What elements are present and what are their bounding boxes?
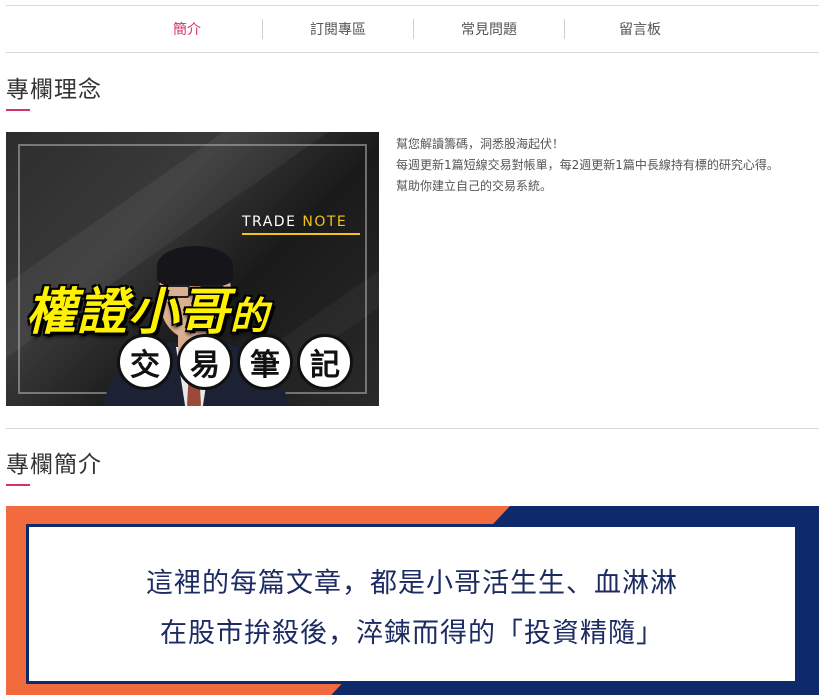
- banner-panel: 這裡的每篇文章，都是小哥活生生、血淋淋 在股市拚殺後，淬鍊而得的「投資精隨」: [26, 524, 798, 684]
- logo-note-text: NOTE: [302, 214, 348, 230]
- headline-main: 權證小哥: [26, 283, 230, 341]
- section-title-philosophy: 專欄理念: [6, 77, 102, 103]
- logo-underline: [242, 233, 360, 235]
- tab-message-board[interactable]: 留言板: [565, 6, 715, 52]
- cover-circle-characters: 交 易 筆 記: [117, 334, 353, 390]
- intro-line: 每週更新1篇短線交易對帳單，每2週更新1篇中長線持有標的研究心得。: [396, 158, 779, 172]
- circle-character: 交: [117, 334, 173, 390]
- trade-note-logo: TRADE NOTE: [242, 214, 347, 230]
- section-tabs: 簡介 訂閱專區 常見問題 留言板: [6, 5, 819, 53]
- tab-intro[interactable]: 簡介: [112, 6, 262, 52]
- tab-subscribe[interactable]: 訂閱專區: [263, 6, 413, 52]
- circle-character: 筆: [237, 334, 293, 390]
- title-underline: [6, 109, 30, 111]
- intro-line: 幫助你建立自己的交易系統。: [396, 179, 553, 193]
- title-underline: [6, 484, 30, 486]
- intro-line: 幫您解讀籌碼，洞悉股海起伏！: [396, 137, 565, 151]
- circle-character: 易: [177, 334, 233, 390]
- section-divider: [6, 428, 819, 429]
- banner-line-1: 這裡的每篇文章，都是小哥活生生、血淋淋: [146, 568, 678, 599]
- section-title-introduction: 專欄簡介: [6, 452, 102, 478]
- circle-character: 記: [297, 334, 353, 390]
- tab-faq[interactable]: 常見問題: [414, 6, 564, 52]
- headline-suffix: 的: [230, 294, 270, 338]
- column-cover-image: TRADE NOTE 權證小哥的 交 易 筆 記: [6, 132, 379, 406]
- banner-line-2: 在股市拚殺後，淬鍊而得的「投資精隨」: [160, 618, 664, 649]
- logo-trade-text: TRADE: [242, 214, 297, 230]
- column-intro-text: 幫您解讀籌碼，洞悉股海起伏！ 每週更新1篇短線交易對帳單，每2週更新1篇中長線持…: [396, 134, 818, 197]
- intro-banner: 這裡的每篇文章，都是小哥活生生、血淋淋 在股市拚殺後，淬鍊而得的「投資精隨」: [6, 506, 819, 695]
